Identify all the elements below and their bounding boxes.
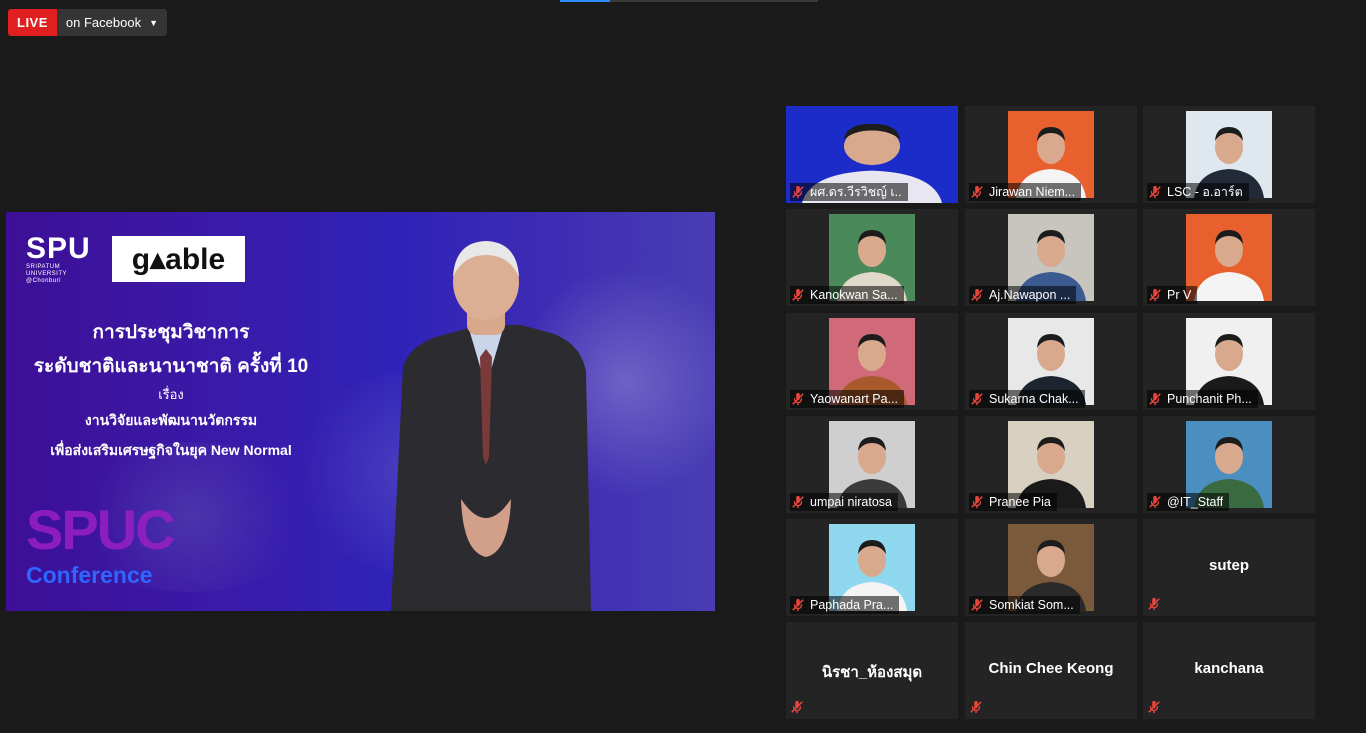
mic-muted-icon [1147, 287, 1163, 303]
participant-name: Sukarna Chak... [989, 392, 1079, 406]
participant-nameplate: LSC - อ.อาร์ต [1147, 183, 1249, 201]
participant-name: Chin Chee Keong [988, 660, 1114, 677]
participant-video [1186, 214, 1272, 301]
participant-tile[interactable]: Chin Chee Keong [965, 622, 1137, 719]
headline-line2: ระดับชาติและนานาชาติ ครั้งที่ 10 [33, 356, 309, 377]
participant-name: Jirawan Niem... [989, 185, 1076, 199]
participant-name: kanchana [1194, 660, 1264, 677]
participant-name: นิรชา_ห้องสมุด [821, 664, 923, 681]
participant-tile[interactable]: umpai niratosa [786, 416, 958, 513]
mic-muted-icon [790, 494, 806, 510]
mic-muted-icon [969, 700, 985, 716]
participant-nameplate: umpai niratosa [790, 493, 898, 511]
participant-name: Somkiat Som... [989, 598, 1074, 612]
mic-muted-icon [1147, 391, 1163, 407]
participant-tile[interactable]: Jirawan Niem... [965, 106, 1137, 203]
live-badge: LIVE [8, 9, 57, 36]
participant-name: Aj.Nawapon ... [989, 288, 1071, 302]
participant-nameplate: Pr V [1147, 286, 1198, 304]
participant-nameplate: Pranee Pia [969, 493, 1057, 511]
spu-logo-sub3: @Chonburi [26, 278, 61, 284]
spu-logo: SPU SRIPATUM UNIVERSITY @Chonburi [26, 234, 96, 285]
participant-tile[interactable]: Aj.Nawapon ... [965, 209, 1137, 306]
mic-muted-icon [1147, 184, 1163, 200]
headline-line4: งานวิจัยและพัฒนานวัตกรรม [84, 412, 258, 428]
participant-tile[interactable]: LSC - อ.อาร์ต [1143, 106, 1315, 203]
participant-tile[interactable]: Punchanit Ph... [1143, 313, 1315, 410]
participant-tile[interactable]: Somkiat Som... [965, 519, 1137, 616]
live-destination-label: on Facebook [65, 15, 142, 30]
participant-nameplate: Kanokwan Sa... [790, 286, 904, 304]
participant-tile[interactable]: Kanokwan Sa... [786, 209, 958, 306]
conference-brand: Conference [26, 562, 153, 588]
mic-muted-icon [969, 184, 985, 200]
participant-name: @IT_Staff [1167, 495, 1224, 509]
mic-muted-icon [969, 494, 985, 510]
participant-name: Punchanit Ph... [1167, 392, 1252, 406]
participant-nameplate: Aj.Nawapon ... [969, 286, 1077, 304]
headline-line3: เรื่อง [158, 387, 184, 402]
participant-nameplate: Somkiat Som... [969, 596, 1080, 614]
mic-muted-icon [790, 184, 806, 200]
participant-tile[interactable]: Sukarna Chak... [965, 313, 1137, 410]
participant-tile[interactable]: ผศ.ดร.วีรวิชญ์ เ.. [786, 106, 958, 203]
mic-muted-icon [1147, 700, 1163, 716]
participant-tile[interactable]: Paphada Pra... [786, 519, 958, 616]
participant-tile[interactable]: @IT_Staff [1143, 416, 1315, 513]
mic-muted-icon [790, 700, 806, 716]
participant-tile[interactable]: kanchana [1143, 622, 1315, 719]
participant-tile[interactable]: นิรชา_ห้องสมุด [786, 622, 958, 719]
mic-muted-icon [969, 287, 985, 303]
participant-name: LSC - อ.อาร์ต [1167, 185, 1243, 199]
mic-muted-icon [790, 287, 806, 303]
gable-logo: g▴able [112, 236, 245, 282]
headline-line5: เพื่อส่งเสริมเศรษฐกิจในยุค New Normal [50, 442, 292, 458]
participant-tile[interactable]: Pr V [1143, 209, 1315, 306]
participant-name: umpai niratosa [810, 495, 892, 509]
mic-muted-icon [969, 597, 985, 613]
mic-muted-icon [1147, 597, 1163, 613]
top-progress-bar [560, 0, 818, 2]
participant-name: Pranee Pia [989, 495, 1051, 509]
participant-nameplate: Sukarna Chak... [969, 390, 1085, 408]
caret-down-icon: ▼ [149, 17, 158, 28]
live-stream-control[interactable]: LIVE on Facebook ▼ [8, 9, 167, 36]
live-destination-dropdown[interactable]: on Facebook ▼ [56, 9, 167, 36]
mic-muted-icon [1147, 494, 1163, 510]
mic-muted-icon [969, 391, 985, 407]
mic-muted-icon [790, 597, 806, 613]
participant-tile[interactable]: Yaowanart Pa... [786, 313, 958, 410]
participant-nameplate: Jirawan Niem... [969, 183, 1082, 201]
participant-nameplate: Punchanit Ph... [1147, 390, 1258, 408]
participant-name: Kanokwan Sa... [810, 288, 898, 302]
participant-nameplate: Yaowanart Pa... [790, 390, 905, 408]
spu-logo-text: SPU [26, 232, 91, 265]
speaker-video [391, 241, 591, 611]
participant-nameplate: Paphada Pra... [790, 596, 900, 614]
spu-logo-sub1: SRIPATUM [26, 264, 61, 270]
participant-name: ผศ.ดร.วีรวิชญ์ เ.. [810, 185, 902, 199]
participant-tile[interactable]: sutep [1143, 519, 1315, 616]
participant-name: Yaowanart Pa... [810, 392, 899, 406]
participant-nameplate: ผศ.ดร.วีรวิชญ์ เ.. [790, 183, 908, 201]
participant-name: sutep [1208, 557, 1249, 574]
top-progress-segment [560, 0, 610, 2]
participant-name: Pr V [1167, 288, 1192, 302]
participant-name: Paphada Pra... [810, 598, 894, 612]
spuc-brand: SPUC [26, 498, 176, 561]
mic-muted-icon [790, 391, 806, 407]
spu-logo-sub2: UNIVERSITY [26, 271, 68, 277]
participant-nameplate: @IT_Staff [1147, 493, 1230, 511]
headline-line1: การประชุมวิชาการ [92, 322, 250, 343]
participant-tile[interactable]: Pranee Pia [965, 416, 1137, 513]
shared-screen: SPU SRIPATUM UNIVERSITY @Chonburi g▴able… [6, 212, 715, 611]
